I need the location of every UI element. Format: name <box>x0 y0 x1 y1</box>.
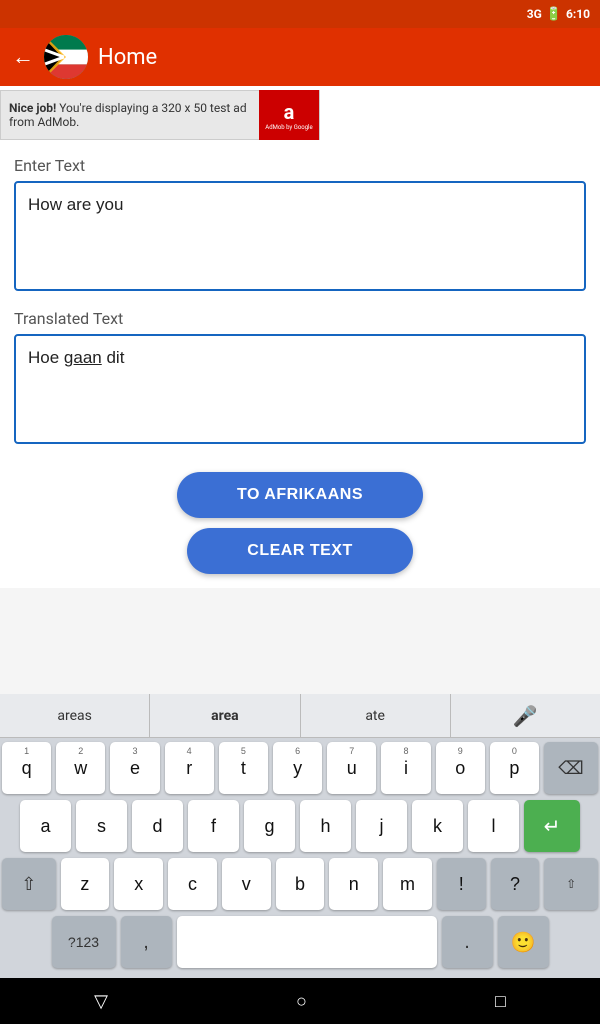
ad-nice-label: Nice job! <box>9 101 56 115</box>
status-bar: 3G 🔋 6:10 <box>0 0 600 28</box>
app-title: Home <box>98 45 157 70</box>
ad-banner: Nice job! You're displaying a 320 x 50 t… <box>0 90 320 140</box>
key-w[interactable]: 2 w <box>56 742 105 794</box>
comma-key[interactable]: , <box>121 916 172 968</box>
time-text: 6:10 <box>566 7 590 21</box>
translated-text-output: Hoe gaan dit <box>14 334 586 444</box>
key-o[interactable]: 9 o <box>436 742 485 794</box>
key-x[interactable]: x <box>114 858 163 910</box>
suggestion-area[interactable]: area <box>150 694 300 737</box>
key-y[interactable]: 6 y <box>273 742 322 794</box>
translated-text-label: Translated Text <box>14 309 586 328</box>
key-row-3: ⇧ z x c v b n m ! <box>2 858 598 910</box>
key-g[interactable]: g <box>244 800 295 852</box>
enter-key[interactable]: ↵ <box>524 800 580 852</box>
backspace-key[interactable]: ⌫ <box>544 742 598 794</box>
shift-left-key[interactable]: ⇧ <box>2 858 56 910</box>
suggestion-ate[interactable]: ate <box>301 694 451 737</box>
key-k[interactable]: k <box>412 800 463 852</box>
key-e[interactable]: 3 e <box>110 742 159 794</box>
key-exclaim[interactable]: ! <box>437 858 486 910</box>
keyboard: areas area ate 🎤 1 q 2 w 3 e 4 r 5 <box>0 694 600 978</box>
keyboard-rows: 1 q 2 w 3 e 4 r 5 t 6 y <box>0 738 600 978</box>
symbols-key[interactable]: ?123 <box>52 916 116 968</box>
main-content: Enter Text How <span class="underline-te… <box>0 140 600 454</box>
space-key[interactable] <box>177 916 437 968</box>
nav-home-button[interactable]: ○ <box>296 991 307 1012</box>
key-m[interactable]: m <box>383 858 432 910</box>
key-d[interactable]: d <box>132 800 183 852</box>
ad-logo-symbol: a <box>284 100 295 124</box>
top-bar: ← Home <box>0 28 600 86</box>
key-r[interactable]: 4 r <box>165 742 214 794</box>
key-a[interactable]: a <box>20 800 71 852</box>
shift-right-key[interactable]: ⇧ <box>544 858 598 910</box>
signal-text: 3G <box>527 7 542 21</box>
enter-text-label: Enter Text <box>14 156 586 175</box>
key-q[interactable]: 1 q <box>2 742 51 794</box>
nav-recent-button[interactable]: □ <box>495 991 506 1012</box>
key-z[interactable]: z <box>61 858 110 910</box>
key-row-2: a s d f g h j k l <box>2 800 598 852</box>
key-question[interactable]: ? <box>491 858 540 910</box>
key-j[interactable]: j <box>356 800 407 852</box>
ad-logo: a AdMob by Google <box>259 90 319 140</box>
nav-back-button[interactable]: ▽ <box>94 991 108 1012</box>
key-f[interactable]: f <box>188 800 239 852</box>
back-button[interactable]: ← <box>12 44 34 70</box>
key-n[interactable]: n <box>329 858 378 910</box>
key-p[interactable]: 0 p <box>490 742 539 794</box>
nav-bar: ▽ ○ □ <box>0 978 600 1024</box>
key-row-1: 1 q 2 w 3 e 4 r 5 t 6 y <box>2 742 598 794</box>
key-l[interactable]: l <box>468 800 519 852</box>
key-h[interactable]: h <box>300 800 351 852</box>
key-s[interactable]: s <box>76 800 127 852</box>
ad-text: Nice job! You're displaying a 320 x 50 t… <box>1 97 259 133</box>
key-u[interactable]: 7 u <box>327 742 376 794</box>
key-b[interactable]: b <box>276 858 325 910</box>
key-v[interactable]: v <box>222 858 271 910</box>
suggestion-areas[interactable]: areas <box>0 694 150 737</box>
period-key[interactable]: . <box>442 916 493 968</box>
enter-text-input[interactable]: How <span class="underline-text">are</sp… <box>14 181 586 291</box>
to-afrikaans-button[interactable]: TO AFRIKAANS <box>177 472 423 518</box>
emoji-key[interactable]: 🙂 <box>498 916 549 968</box>
key-row-4: ?123 , . 🙂 <box>2 916 598 968</box>
key-c[interactable]: c <box>168 858 217 910</box>
ad-logo-sub: AdMob by Google <box>265 124 312 131</box>
mic-button[interactable]: 🎤 <box>451 694 600 737</box>
status-icons: 3G 🔋 6:10 <box>527 7 590 22</box>
clear-text-button[interactable]: CLEAR TEXT <box>187 528 412 574</box>
flag-icon <box>44 35 88 79</box>
key-i[interactable]: 8 i <box>381 742 430 794</box>
action-buttons: TO AFRIKAANS CLEAR TEXT <box>0 454 600 588</box>
battery-icon: 🔋 <box>546 7 562 22</box>
keyboard-suggestions: areas area ate 🎤 <box>0 694 600 738</box>
key-t[interactable]: 5 t <box>219 742 268 794</box>
